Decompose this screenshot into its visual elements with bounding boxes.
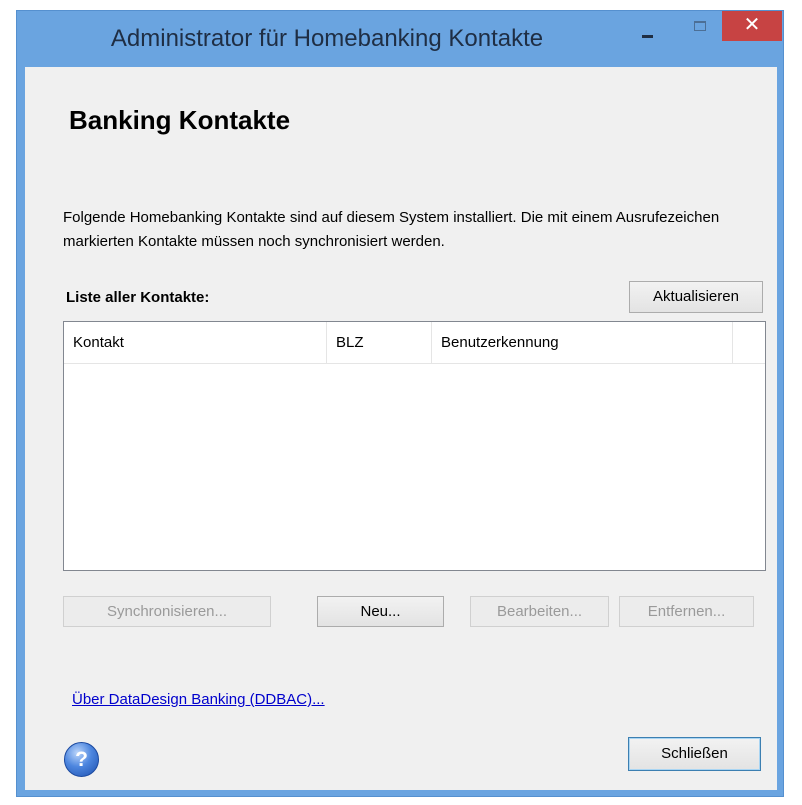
maximize-icon[interactable] (680, 11, 720, 39)
column-header-blz[interactable]: BLZ (327, 322, 432, 364)
dialog-content: Banking Kontakte Folgende Homebanking Ko… (25, 67, 777, 790)
about-ddbac-link[interactable]: Über DataDesign Banking (DDBAC)... (72, 691, 325, 708)
synchronize-button[interactable]: Synchronisieren... (63, 596, 271, 627)
close-icon[interactable]: ✕ (722, 11, 782, 41)
close-button[interactable]: Schließen (628, 737, 761, 771)
window-title: Administrator für Homebanking Kontakte (110, 25, 544, 52)
remove-contact-button[interactable]: Entfernen... (619, 596, 754, 627)
column-header-benutzerkennung[interactable]: Benutzerkennung (432, 322, 733, 364)
contacts-list[interactable]: Kontakt BLZ Benutzerkennung (63, 321, 766, 571)
dialog-window: Administrator für Homebanking Kontakte ✕… (16, 10, 784, 797)
edit-contact-button[interactable]: Bearbeiten... (470, 596, 609, 627)
column-header-filler (733, 322, 765, 364)
contacts-list-label: Liste aller Kontakte: (66, 289, 210, 306)
help-icon[interactable]: ? (64, 742, 99, 777)
page-title: Banking Kontakte (69, 105, 291, 135)
title-bar[interactable]: Administrator für Homebanking Kontakte ✕ (17, 11, 783, 67)
minimize-icon[interactable] (627, 11, 667, 39)
refresh-button[interactable]: Aktualisieren (629, 281, 763, 313)
column-header-kontakt[interactable]: Kontakt (64, 322, 327, 364)
new-contact-button[interactable]: Neu... (317, 596, 444, 627)
description-text: Folgende Homebanking Kontakte sind auf d… (63, 209, 720, 250)
